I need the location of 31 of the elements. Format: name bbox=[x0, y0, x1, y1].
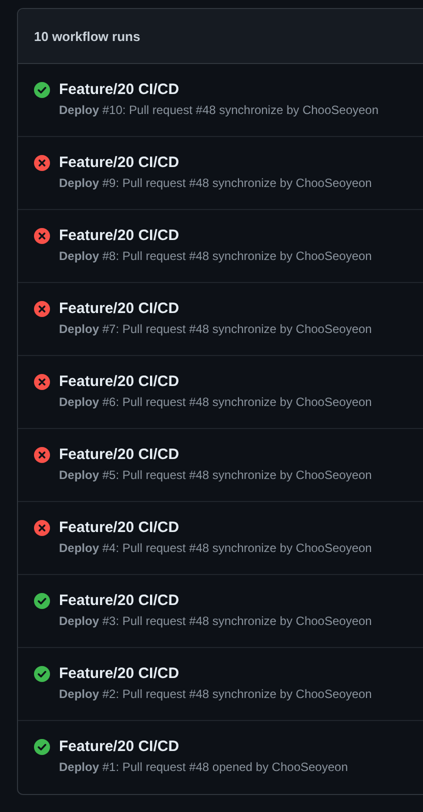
x-circle-icon bbox=[34, 228, 50, 244]
run-title-link[interactable]: Feature/20 CI/CD bbox=[59, 81, 379, 98]
run-title-link[interactable]: Feature/20 CI/CD bbox=[59, 665, 372, 682]
check-circle-icon bbox=[34, 739, 50, 755]
check-circle-icon bbox=[34, 82, 50, 98]
x-circle-icon bbox=[34, 374, 50, 390]
x-circle-icon bbox=[34, 301, 50, 317]
x-circle-icon bbox=[34, 447, 50, 463]
run-title-link[interactable]: Feature/20 CI/CD bbox=[59, 446, 372, 463]
run-count: 10 workflow runs bbox=[34, 28, 140, 44]
check-circle-icon bbox=[34, 666, 50, 682]
run-title-link[interactable]: Feature/20 CI/CD bbox=[59, 300, 372, 317]
run-title-link[interactable]: Feature/20 CI/CD bbox=[59, 738, 348, 755]
run-detail: Deploy #7: Pull request #48 synchronize by ChooSeoyeon bbox=[59, 322, 372, 336]
run-detail: Deploy #4: Pull request #48 synchronize by ChooSeoyeon bbox=[59, 541, 372, 555]
run-detail: Deploy #5: Pull request #48 synchronize by ChooSeoyeon bbox=[59, 468, 372, 482]
x-circle-icon bbox=[34, 155, 50, 171]
run-detail: Deploy #1: Pull request #48 opened by ChooSeoyeon bbox=[59, 760, 348, 774]
run-detail: Deploy #9: Pull request #48 synchronize by ChooSeoyeon bbox=[59, 176, 372, 190]
run-title-link[interactable]: Feature/20 CI/CD bbox=[59, 227, 372, 244]
run-title-link[interactable]: Feature/20 CI/CD bbox=[59, 373, 372, 390]
run-title-link[interactable]: Feature/20 CI/CD bbox=[59, 519, 372, 536]
check-circle-icon bbox=[34, 593, 50, 609]
run-title-link[interactable]: Feature/20 CI/CD bbox=[59, 592, 372, 609]
run-detail: Deploy #10: Pull request #48 synchronize by ChooSeoyeon bbox=[59, 103, 379, 117]
run-detail: Deploy #8: Pull request #48 synchronize by ChooSeoyeon bbox=[59, 249, 372, 263]
x-circle-icon bbox=[34, 520, 50, 536]
run-detail: Deploy #6: Pull request #48 synchronize by ChooSeoyeon bbox=[59, 395, 372, 409]
run-title-link[interactable]: Feature/20 CI/CD bbox=[59, 154, 372, 171]
run-detail: Deploy #3: Pull request #48 synchronize by ChooSeoyeon bbox=[59, 614, 372, 628]
run-detail: Deploy #2: Pull request #48 synchronize by ChooSeoyeon bbox=[59, 687, 372, 701]
